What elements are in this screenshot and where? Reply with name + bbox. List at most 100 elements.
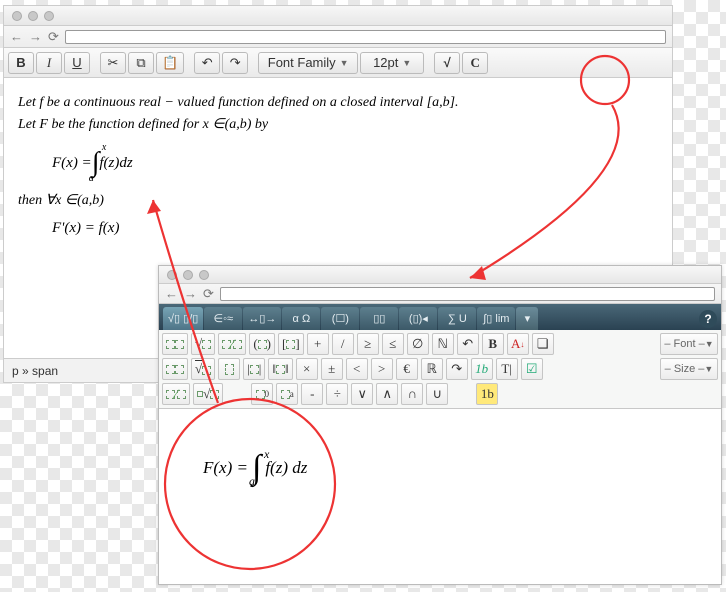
integral-sign-icon: ∫xa	[252, 449, 261, 487]
size-select[interactable]: – Size – ▼	[660, 358, 718, 380]
tab-matrix-2[interactable]: ▯▯	[360, 307, 398, 330]
browser-navbar: ← → ⟳	[159, 284, 721, 304]
undo-button[interactable]: ↶	[457, 333, 479, 355]
op-minus[interactable]: -	[301, 383, 323, 405]
bold-button[interactable]: B	[8, 52, 34, 74]
url-bar[interactable]	[220, 287, 715, 301]
tab-bigparens[interactable]: (▯)◂	[399, 307, 437, 330]
content-equation-2: F'(x) = f(x)	[52, 216, 658, 240]
redo-icon: ↷	[230, 55, 241, 71]
bold-button[interactable]: B	[482, 333, 504, 355]
template-norm[interactable]: ‖‖	[268, 358, 292, 380]
op-div[interactable]: ÷	[326, 383, 348, 405]
op-plus[interactable]: +	[307, 333, 329, 355]
math-editor-button[interactable]: √	[434, 52, 460, 74]
forward-icon[interactable]: →	[29, 29, 42, 44]
math-editor-window: ← → ⟳ √▯ ▯/▯ ∈◦≈ ↔▯→ α Ω (☐) ▯▯ (▯)◂ ∑ U…	[158, 265, 722, 585]
sym-euro[interactable]: €	[396, 358, 418, 380]
sym-union[interactable]: ∪	[426, 383, 448, 405]
scissors-icon: ✂	[108, 55, 119, 71]
font-size-select[interactable]: 12pt▼	[360, 52, 424, 74]
reload-icon[interactable]: ⟳	[203, 286, 214, 302]
sym-emptyset[interactable]: ∅	[407, 333, 429, 355]
math-tabs: √▯ ▯/▯ ∈◦≈ ↔▯→ α Ω (☐) ▯▯ (▯)◂ ∑ U ∫▯ li…	[159, 304, 721, 330]
template-abs[interactable]: ||	[243, 358, 265, 380]
browser-navbar: ← → ⟳	[4, 26, 672, 48]
tab-arrows[interactable]: ↔▯→	[243, 307, 281, 330]
template-frac[interactable]	[162, 333, 188, 355]
italic-button[interactable]: I	[36, 52, 62, 74]
tab-elements[interactable]: ∈◦≈	[204, 307, 242, 330]
op-pm[interactable]: ±	[321, 358, 343, 380]
cut-button[interactable]: ✂	[100, 52, 126, 74]
window-close-icon[interactable]	[12, 11, 22, 21]
op-slash[interactable]: /	[332, 333, 354, 355]
window-minimize-icon[interactable]	[28, 11, 38, 21]
tab-greek[interactable]: α Ω	[282, 307, 320, 330]
url-bar[interactable]	[65, 30, 666, 44]
editor-toolbar: B I U ✂ ⧉ 📋 ↶ ↷ Font Family▼ 12pt▼ √ C	[4, 48, 672, 78]
forward-icon[interactable]: →	[184, 286, 197, 301]
layout-button-1[interactable]: ❏	[532, 333, 554, 355]
text-color-button[interactable]: T|	[496, 358, 518, 380]
paste-button[interactable]: 📋	[156, 52, 184, 74]
redo-button[interactable]: ↷	[446, 358, 468, 380]
reload-icon[interactable]: ⟳	[48, 29, 59, 45]
op-and[interactable]: ∧	[376, 383, 398, 405]
italic-button[interactable]: 1b	[471, 358, 493, 380]
template-paren[interactable]: ()	[249, 333, 275, 355]
font-color-button[interactable]: A↓	[507, 333, 529, 355]
sym-intersect[interactable]: ∩	[401, 383, 423, 405]
template-nroot[interactable]: √	[193, 383, 223, 405]
tab-switch[interactable]: ▾	[516, 307, 538, 330]
content-equation-1: F(x) = ∫xa f(z)dz	[52, 141, 658, 186]
op-gt[interactable]: >	[371, 358, 393, 380]
window-minimize-icon[interactable]	[183, 270, 193, 280]
font-family-select[interactable]: Font Family▼	[258, 52, 358, 74]
sym-naturals[interactable]: ℕ	[432, 333, 454, 355]
op-leq[interactable]: ≤	[382, 333, 404, 355]
window-close-icon[interactable]	[167, 270, 177, 280]
op-or[interactable]: ∨	[351, 383, 373, 405]
template-subscript-a[interactable]: a	[276, 383, 298, 405]
template-frac-2[interactable]: ⁄	[218, 333, 246, 355]
clear-formatting-button[interactable]: C	[462, 52, 488, 74]
eq-rhs: f(z) dz	[265, 458, 307, 478]
tab-matrix-1[interactable]: (☐)	[321, 307, 359, 330]
layout-button-2[interactable]: ☑	[521, 358, 543, 380]
undo-button[interactable]: ↶	[194, 52, 220, 74]
statusbar-path: p » span	[12, 364, 58, 378]
template-frac-3[interactable]: ⁄	[162, 383, 190, 405]
template-bracket[interactable]: []	[278, 333, 304, 355]
tab-sum[interactable]: ∑ U	[438, 307, 476, 330]
template-subscript[interactable]: 0	[251, 383, 273, 405]
op-lt[interactable]: <	[346, 358, 368, 380]
tab-lim[interactable]: ∫▯ lim	[477, 307, 515, 330]
template-sqrt[interactable]: √	[191, 333, 215, 355]
template-sqrt-under[interactable]: √	[191, 358, 215, 380]
window-maximize-icon[interactable]	[199, 270, 209, 280]
template-supsub[interactable]	[162, 358, 188, 380]
tab-sqrt-frac[interactable]: √▯ ▯/▯	[163, 307, 203, 330]
back-icon[interactable]: ←	[165, 286, 178, 301]
op-geq[interactable]: ≥	[357, 333, 379, 355]
back-icon[interactable]: ←	[10, 29, 23, 44]
math-toolbox: √ ⁄ () [] + / ≥ ≤ ∅ ℕ ↶ B A↓ ❏ √ || ‖‖	[159, 330, 721, 409]
editor-content[interactable]: Let f be a continuous real − valued func…	[4, 78, 672, 240]
highlight-button[interactable]: 1b	[476, 383, 498, 405]
op-times[interactable]: ×	[296, 358, 318, 380]
integral-sign-icon: ∫xa	[92, 141, 100, 186]
window-maximize-icon[interactable]	[44, 11, 54, 21]
font-family-label: Font Family	[268, 55, 336, 70]
help-button[interactable]: ?	[699, 310, 717, 328]
underline-button[interactable]: U	[64, 52, 90, 74]
undo-icon: ↶	[202, 55, 213, 71]
redo-button[interactable]: ↷	[222, 52, 248, 74]
template-vert-frac[interactable]	[218, 358, 240, 380]
copy-button[interactable]: ⧉	[128, 52, 154, 74]
eq1-lhs: F(x) =	[52, 151, 92, 175]
titlebar	[4, 6, 672, 26]
math-canvas[interactable]: F(x) = ∫xa f(z) dz	[159, 409, 721, 527]
font-select[interactable]: – Font – ▼	[660, 333, 718, 355]
sym-reals[interactable]: ℝ	[421, 358, 443, 380]
